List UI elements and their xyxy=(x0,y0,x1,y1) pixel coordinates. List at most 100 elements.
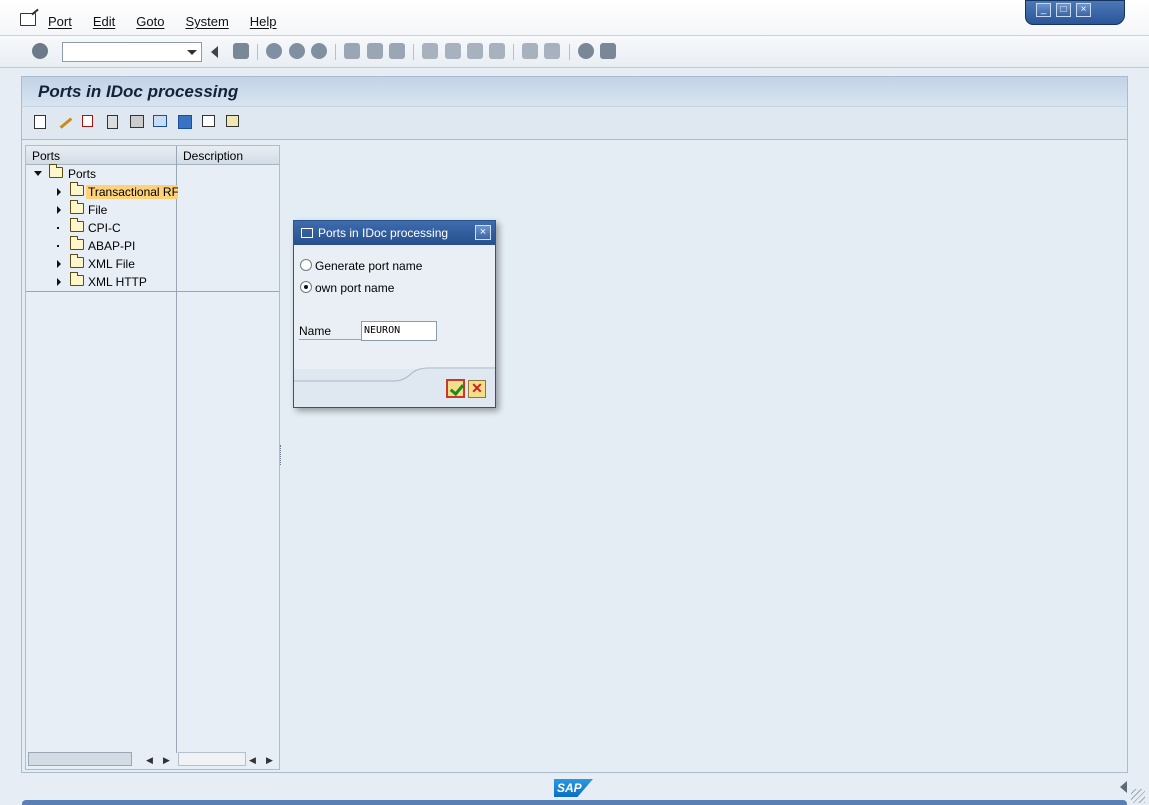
application-toolbar xyxy=(21,106,1128,140)
collapse-arrow-icon[interactable] xyxy=(34,171,42,176)
separator xyxy=(257,44,258,60)
scroll-left-icon[interactable]: ◀ xyxy=(146,755,153,766)
open-folder-icon xyxy=(49,164,63,178)
command-field[interactable] xyxy=(62,42,202,62)
expand-arrow-icon[interactable] xyxy=(57,260,61,268)
print-icon[interactable] xyxy=(344,43,360,59)
scroll-left-icon[interactable]: ◀ xyxy=(249,755,256,766)
folder-icon xyxy=(70,236,84,250)
tree-item-abap-pi[interactable]: ABAP-PI xyxy=(26,236,279,255)
confirm-button[interactable] xyxy=(446,379,465,398)
expand-arrow-icon[interactable] xyxy=(57,278,61,286)
pane-splitter[interactable] xyxy=(280,445,282,465)
delete-icon[interactable] xyxy=(107,115,118,129)
separator xyxy=(569,44,570,60)
close-icon[interactable]: × xyxy=(475,225,491,240)
column-header-ports[interactable]: Ports xyxy=(32,149,60,163)
layout-menu-icon[interactable] xyxy=(600,43,616,59)
back-arrow-icon[interactable] xyxy=(211,46,218,58)
menu-port[interactable]: Port xyxy=(48,14,72,29)
separator xyxy=(413,44,414,60)
find-next-icon[interactable] xyxy=(389,43,405,59)
enter-icon[interactable] xyxy=(32,43,48,59)
tree-root[interactable]: Ports xyxy=(26,164,279,183)
folder-icon xyxy=(70,200,84,214)
tree-header: Ports Description xyxy=(26,146,279,165)
scroll-right-icon[interactable]: ▶ xyxy=(163,755,170,766)
radio-generate-port-name[interactable] xyxy=(300,259,312,271)
menu-help[interactable]: Help xyxy=(250,14,277,29)
back-icon[interactable] xyxy=(266,43,282,59)
expand-arrow-icon[interactable] xyxy=(57,206,61,214)
expand-icon[interactable] xyxy=(202,115,215,127)
tree-item-xml-http[interactable]: XML HTTP xyxy=(26,272,279,291)
name-label: Name xyxy=(299,324,361,340)
previous-page-icon[interactable] xyxy=(445,43,461,59)
copy-icon[interactable] xyxy=(82,115,93,127)
port-name-input[interactable]: NEURON xyxy=(361,321,437,341)
maximize-icon[interactable]: □ xyxy=(1056,3,1071,17)
minimize-icon[interactable]: _ xyxy=(1036,3,1051,17)
tree-item-label: CPI-C xyxy=(88,221,121,235)
radio-own-label[interactable]: own port name xyxy=(315,281,394,295)
ports-tree: Ports Description Ports Transactional RF… xyxy=(25,145,280,770)
last-page-icon[interactable] xyxy=(489,43,505,59)
screen-title-bar: Ports in IDoc processing xyxy=(21,76,1128,106)
find-icon[interactable] xyxy=(130,115,144,128)
status-bar-edge xyxy=(22,800,1127,805)
find-icon[interactable] xyxy=(367,43,383,59)
horizontal-scrollbar-ports[interactable] xyxy=(28,752,132,766)
tree-item-transactional-rfc[interactable]: Transactional RF xyxy=(26,182,279,201)
new-session-icon[interactable] xyxy=(522,43,538,59)
folder-icon xyxy=(70,272,84,286)
scroll-right-icon[interactable]: ▶ xyxy=(266,755,273,766)
separator xyxy=(513,44,514,60)
tree-item-cpi-c[interactable]: CPI-C xyxy=(26,218,279,237)
collapse-icon[interactable] xyxy=(226,115,239,127)
navigate-icon[interactable] xyxy=(153,115,167,127)
create-icon[interactable] xyxy=(34,115,46,129)
tree-root-label: Ports xyxy=(68,167,97,181)
leaf-bullet-icon xyxy=(57,245,59,247)
save-icon[interactable] xyxy=(233,43,249,59)
next-page-icon[interactable] xyxy=(467,43,483,59)
dialog-title-bar[interactable]: Ports in IDoc processing × xyxy=(294,221,495,245)
window-controls: _ □ × xyxy=(1025,0,1125,25)
status-expand-icon[interactable] xyxy=(1120,781,1127,793)
dialog-window-icon xyxy=(301,228,313,238)
cancel-button[interactable]: ✕ xyxy=(468,380,486,398)
tree-item-file[interactable]: File xyxy=(26,200,279,219)
standard-toolbar xyxy=(0,36,1149,68)
close-window-icon[interactable]: × xyxy=(1076,3,1091,17)
leaf-bullet-icon xyxy=(57,227,59,229)
horizontal-scrollbar-description[interactable] xyxy=(178,752,246,766)
first-page-icon[interactable] xyxy=(422,43,438,59)
radio-generate-label[interactable]: Generate port name xyxy=(315,259,422,273)
change-icon[interactable] xyxy=(57,115,73,129)
menu-system[interactable]: System xyxy=(185,14,228,29)
cancel-icon[interactable] xyxy=(311,43,327,59)
menu-items: Port Edit Goto System Help xyxy=(48,14,298,29)
menu-goto[interactable]: Goto xyxy=(136,14,164,29)
menu-edit[interactable]: Edit xyxy=(93,14,115,29)
radio-own-port-name[interactable] xyxy=(300,281,312,293)
chevron-down-icon[interactable] xyxy=(183,43,201,61)
tree-item-label: ABAP-PI xyxy=(88,239,136,253)
folder-icon xyxy=(70,254,84,268)
menu-bar: Port Edit Goto System Help _ □ × xyxy=(0,0,1149,36)
separator xyxy=(335,44,336,60)
page-title: Ports in IDoc processing xyxy=(38,82,239,101)
folder-icon xyxy=(70,218,84,232)
tree-item-xml-file[interactable]: XML File xyxy=(26,254,279,273)
shortcut-icon[interactable] xyxy=(544,43,560,59)
resize-grip-icon[interactable] xyxy=(1131,789,1145,803)
exit-icon[interactable] xyxy=(289,43,305,59)
port-name-dialog: Ports in IDoc processing × Generate port… xyxy=(293,220,496,408)
tree-item-label: XML File xyxy=(88,257,135,271)
expand-arrow-icon[interactable] xyxy=(57,188,61,196)
help-icon[interactable] xyxy=(578,43,594,59)
column-header-description[interactable]: Description xyxy=(183,149,243,163)
refresh-icon[interactable] xyxy=(178,115,192,129)
tree-item-label: Transactional RF xyxy=(86,185,178,199)
menu-launch-icon[interactable] xyxy=(20,13,36,26)
